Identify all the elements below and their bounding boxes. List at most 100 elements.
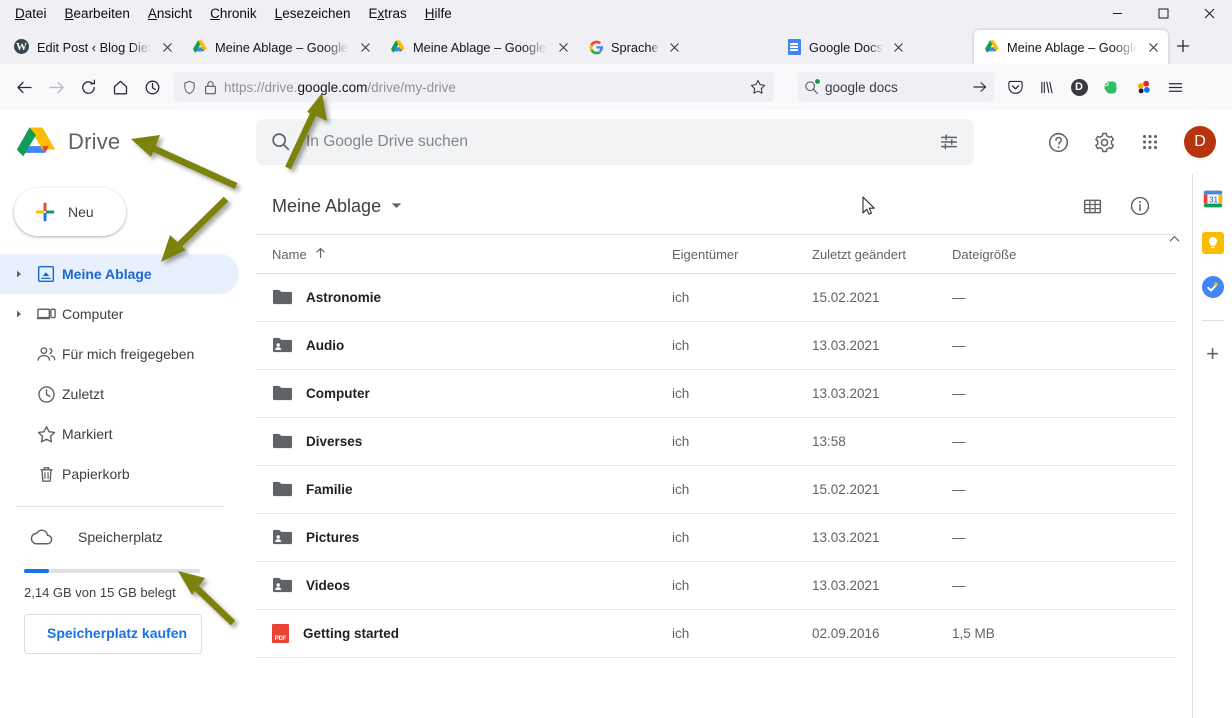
address-bar[interactable]: https://drive.google.com/drive/my-drive (174, 72, 774, 102)
search-icon (270, 131, 292, 153)
vertical-scrollbar[interactable] (1168, 234, 1180, 718)
drive-brand[interactable]: Drive (0, 125, 240, 160)
maximize-button[interactable] (1140, 0, 1186, 26)
menu-item-extras[interactable]: Extras (360, 3, 416, 24)
sidebar-item-papierkorb[interactable]: Papierkorb (0, 454, 240, 494)
scroll-up-icon[interactable] (1168, 234, 1180, 246)
drive-icon (390, 39, 406, 55)
tab-meine-ablage-active[interactable]: Meine Ablage – Google Dri (974, 30, 1168, 64)
sidebar-item-label: Zuletzt (62, 386, 105, 402)
hamburger-menu-icon[interactable] (1160, 72, 1190, 102)
details-info-icon[interactable] (1120, 186, 1160, 226)
chevron-right-icon[interactable] (8, 310, 30, 318)
avatar[interactable]: D (1184, 126, 1216, 158)
close-button[interactable] (1186, 0, 1232, 26)
new-tab-button[interactable] (1168, 31, 1198, 61)
close-icon[interactable] (1144, 38, 1162, 56)
evernote-icon[interactable] (1096, 72, 1126, 102)
add-app-icon[interactable]: + (1206, 343, 1219, 365)
menu-item-lesezeichen[interactable]: Lesezeichen (266, 3, 360, 24)
shared-folder-icon (272, 336, 292, 356)
account-icon[interactable]: D (1064, 72, 1094, 102)
sidebar-item-computer[interactable]: Computer (0, 294, 240, 334)
row-modified: 15.02.2021 (812, 290, 880, 305)
storage-link[interactable]: Speicherplatz (0, 517, 240, 557)
menu-item-hilfe[interactable]: Hilfe (416, 3, 461, 24)
close-icon[interactable] (554, 38, 572, 56)
new-button[interactable]: Neu (14, 188, 126, 236)
grid-view-icon[interactable] (1072, 186, 1112, 226)
table-row[interactable]: Pictures ich 13.03.2021 — (256, 514, 1176, 562)
pdf-icon: PDF (272, 624, 289, 643)
new-button-label: Neu (68, 204, 94, 220)
breadcrumb[interactable]: Meine Ablage (272, 196, 381, 217)
settings-icon[interactable] (1084, 122, 1124, 162)
tab-title: Meine Ablage – Google Dri (1007, 39, 1137, 55)
google-tasks-icon[interactable] (1201, 276, 1224, 298)
chevron-down-icon[interactable] (391, 197, 402, 215)
search-icon (804, 77, 821, 95)
google-calendar-icon[interactable]: 31 (1202, 188, 1224, 210)
table-row[interactable]: Astronomie ich 15.02.2021 — (256, 274, 1176, 322)
sidebar-item-meine-ablage[interactable]: Meine Ablage (0, 254, 240, 294)
column-header-modified[interactable]: Zuletzt geändert (812, 247, 952, 262)
buy-storage-button[interactable]: Speicherplatz kaufen (24, 614, 202, 654)
minimize-button[interactable] (1094, 0, 1140, 26)
table-row[interactable]: Familie ich 15.02.2021 — (256, 466, 1176, 514)
row-modified: 02.09.2016 (812, 626, 880, 641)
menu-item-chronik[interactable]: Chronik (201, 3, 266, 24)
search-go-icon[interactable] (972, 79, 988, 95)
shield-icon[interactable] (182, 80, 197, 95)
folder-icon (272, 432, 292, 452)
apps-grid-icon[interactable] (1130, 122, 1170, 162)
table-row[interactable]: Diverses ich 13:58 — (256, 418, 1176, 466)
navigation-toolbar: https://drive.google.com/drive/my-drive … (0, 64, 1232, 110)
reload-icon[interactable] (72, 71, 104, 103)
table-row[interactable]: Videos ich 13.03.2021 — (256, 562, 1176, 610)
back-arrow-icon[interactable] (8, 71, 40, 103)
sidebar-item-markiert[interactable]: Markiert (0, 414, 240, 454)
chevron-right-icon[interactable] (8, 270, 30, 278)
home-icon[interactable] (104, 71, 136, 103)
tab-meine-ablage-2[interactable]: Meine Ablage – Google Dri (380, 30, 578, 64)
menu-item-bearbeiten[interactable]: Bearbeiten (56, 3, 139, 24)
search-options-icon[interactable] (938, 131, 960, 153)
google-keep-icon[interactable] (1201, 232, 1224, 254)
menu-item-datei[interactable]: Datei (6, 3, 56, 24)
table-row[interactable]: Computer ich 13.03.2021 — (256, 370, 1176, 418)
search-input[interactable]: google docs (798, 72, 994, 102)
drive-search-box[interactable]: In Google Drive suchen (256, 119, 974, 165)
tab-meine-ablage-1[interactable]: Meine Ablage – Google Dri (182, 30, 380, 64)
pocket-icon[interactable] (1000, 72, 1030, 102)
close-icon[interactable] (666, 38, 684, 56)
sidebar-item-zuletzt[interactable]: Zuletzt (0, 374, 240, 414)
drive-logo-icon (16, 125, 56, 160)
close-icon[interactable] (890, 38, 908, 56)
row-owner: ich (672, 482, 690, 497)
sidebar-item-fuer-mich-freigegeben[interactable]: Für mich freigegeben (0, 334, 240, 374)
tab-edit-post[interactable]: W Edit Post ‹ Blog Dietrich (St (4, 30, 182, 64)
bookmark-star-icon[interactable] (750, 79, 766, 95)
column-header-size[interactable]: Dateigröße (952, 247, 1072, 262)
storage-label: Speicherplatz (78, 529, 163, 545)
help-icon[interactable] (1038, 122, 1078, 162)
close-icon[interactable] (356, 38, 374, 56)
extension-toolbar: D (1000, 72, 1190, 102)
history-icon[interactable] (136, 71, 168, 103)
tab-sprache[interactable]: Sprache (578, 30, 776, 64)
tab-google-docs[interactable]: Google Docs (776, 30, 974, 64)
menu-item-ansicht[interactable]: Ansicht (139, 3, 201, 24)
table-row[interactable]: PDF Getting started ich 02.09.2016 1,5 M… (256, 610, 1176, 658)
column-header-owner[interactable]: Eigentümer (672, 247, 812, 262)
table-row[interactable]: Audio ich 13.03.2021 — (256, 322, 1176, 370)
folder-icon (272, 288, 292, 308)
row-name: Getting started (303, 626, 400, 641)
lock-icon[interactable] (204, 80, 217, 95)
column-header-name[interactable]: Name (272, 247, 672, 262)
shared-folder-icon (272, 528, 292, 548)
forward-arrow-icon[interactable] (40, 71, 72, 103)
close-icon[interactable] (158, 38, 176, 56)
extension-icon[interactable] (1128, 72, 1158, 102)
library-icon[interactable] (1032, 72, 1062, 102)
sort-asc-icon (315, 247, 326, 262)
